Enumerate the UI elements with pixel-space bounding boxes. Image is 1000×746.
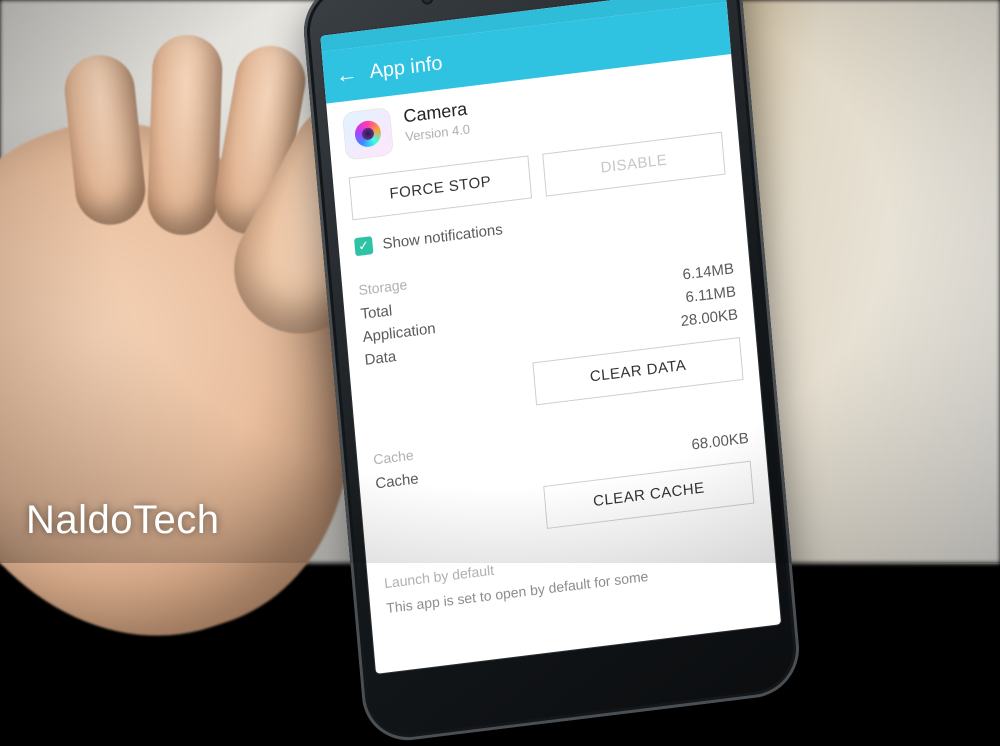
back-icon[interactable]: ←	[335, 63, 359, 88]
phone-front-camera	[421, 0, 434, 5]
storage-application-value: 6.11MB	[685, 283, 737, 306]
phone-screen: ← App info Camera Version 4.0	[320, 0, 781, 674]
watermark: NaldoTech	[26, 498, 220, 543]
show-notifications-label: Show notifications	[382, 221, 503, 253]
phone-device: ← App info Camera Version 4.0	[300, 0, 803, 746]
force-stop-button[interactable]: FORCE STOP	[349, 155, 532, 220]
storage-section: Storage Total 6.14MB Application 6.11MB …	[358, 236, 744, 425]
clear-cache-button[interactable]: CLEAR CACHE	[543, 461, 754, 529]
clear-data-button[interactable]: CLEAR DATA	[533, 337, 744, 405]
camera-lens-icon	[354, 119, 382, 148]
storage-total-label: Total	[360, 302, 393, 323]
storage-total-value: 6.14MB	[682, 260, 735, 283]
storage-application-label: Application	[362, 320, 436, 346]
camera-app-icon	[343, 108, 393, 159]
cache-section: Cache Cache 68.00KB CLEAR CACHE	[373, 406, 755, 550]
disable-button: DISABLE	[542, 132, 725, 197]
launch-default-section: Launch by default This app is set to ope…	[383, 529, 760, 617]
storage-data-value: 28.00KB	[680, 306, 739, 330]
page-title: App info	[369, 52, 444, 84]
cache-label: Cache	[375, 470, 420, 492]
cache-value: 68.00KB	[691, 430, 750, 454]
storage-data-label: Data	[364, 348, 397, 369]
check-icon[interactable]: ✓	[354, 236, 373, 256]
